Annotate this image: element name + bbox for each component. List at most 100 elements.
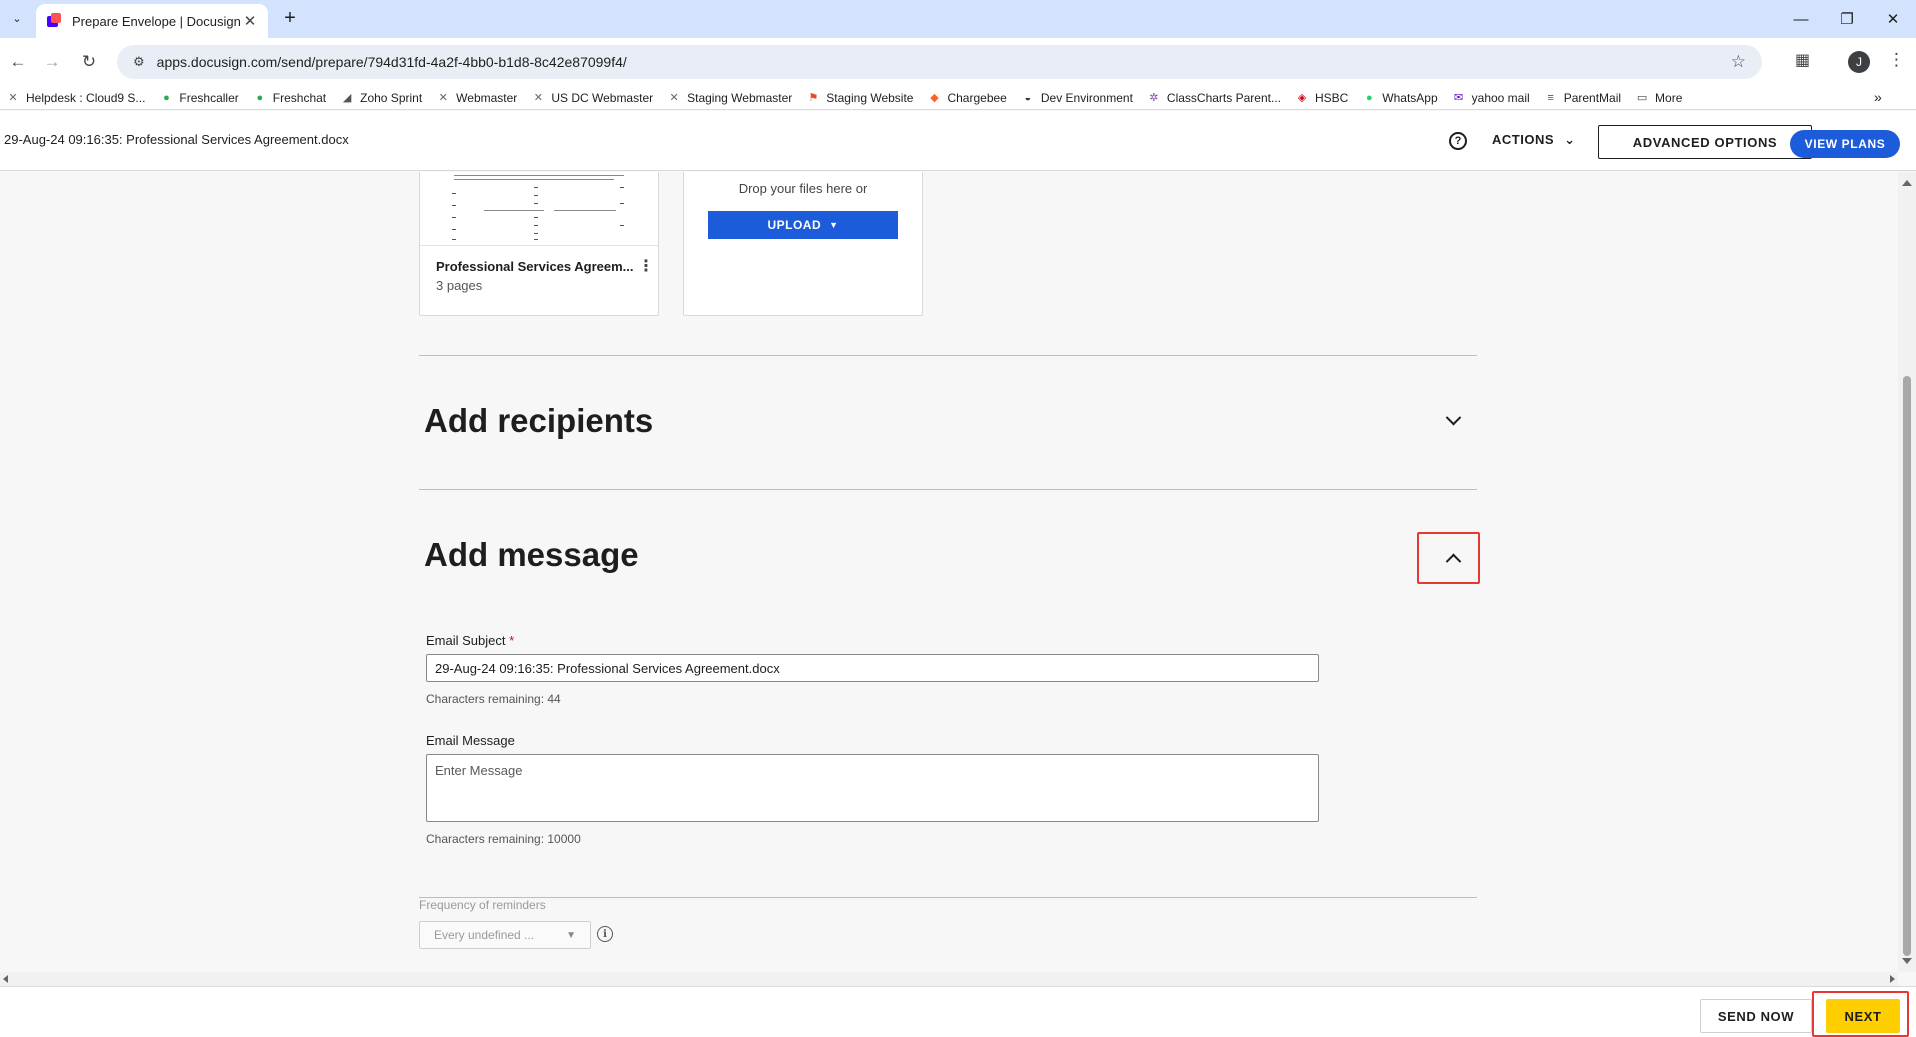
envelope-title: 29-Aug-24 09:16:35: Professional Service…	[4, 132, 349, 147]
app-header: 29-Aug-24 09:16:35: Professional Service…	[0, 111, 1916, 171]
bookmark-item[interactable]: ✕ Helpdesk : Cloud9 S...	[6, 91, 145, 105]
bookmark-item[interactable]: ✕ Staging Webmaster	[667, 90, 793, 105]
bookmark-label: Zoho Sprint	[360, 90, 423, 105]
bookmark-label: Chargebee	[947, 90, 1007, 105]
subject-label-text: Email Subject	[426, 633, 506, 648]
window-close-icon[interactable]: ✕	[1870, 0, 1916, 38]
card-divider	[420, 245, 658, 246]
drop-files-text: Drop your files here or	[738, 181, 868, 196]
bookmark-label: ClassCharts Parent...	[1166, 90, 1281, 105]
scroll-down-arrow-icon[interactable]	[1902, 958, 1912, 964]
actions-label: ACTIONS	[1492, 132, 1554, 147]
upload-label: UPLOAD	[767, 218, 822, 232]
section-divider	[419, 897, 1477, 898]
caret-down-icon: ▼	[566, 929, 576, 941]
bookmark-label: Freshcaller	[179, 90, 239, 105]
crossed-tools-icon: ✕	[8, 92, 18, 104]
bookmark-item[interactable]: ✲ ClassCharts Parent...	[1147, 91, 1281, 105]
bookmark-label: Webmaster	[456, 90, 518, 105]
bookmark-item[interactable]: ⚑ Staging Website	[806, 91, 913, 105]
profile-avatar[interactable]: J	[1848, 51, 1870, 73]
email-subject-label: Email Subject *	[426, 633, 514, 648]
bookmark-label: WhatsApp	[1382, 90, 1438, 105]
flag-icon: ⚑	[808, 92, 819, 104]
extensions-puzzle-icon[interactable]: ▦	[1795, 50, 1810, 70]
bookmark-label: More	[1655, 90, 1683, 105]
document-thumbnail	[444, 173, 624, 243]
next-button[interactable]: NEXT	[1826, 999, 1900, 1033]
bookmark-item[interactable]: ● Freshchat	[253, 91, 326, 105]
bookmark-item[interactable]: ≡ ParentMail	[1544, 91, 1621, 105]
chevron-down-icon: ⌄	[1564, 132, 1576, 147]
bookmark-label: Staging Webmaster	[687, 90, 793, 105]
bookmark-item[interactable]: ◢ Zoho Sprint	[340, 91, 422, 105]
section-divider	[419, 489, 1477, 490]
bookmark-item[interactable]: ◆ Chargebee	[927, 90, 1007, 105]
bookmark-item[interactable]: ● WhatsApp	[1362, 90, 1438, 105]
crossed-tools-icon: ✕	[533, 92, 543, 104]
bookmark-label: HSBC	[1314, 90, 1349, 105]
view-plans-button[interactable]: VIEW PLANS	[1790, 130, 1900, 158]
reminders-frequency-select[interactable]: Every undefined ... ▼	[419, 921, 591, 949]
email-subject-input[interactable]	[426, 654, 1319, 682]
scroll-left-arrow-icon[interactable]	[3, 975, 8, 983]
star-burst-icon: ✲	[1149, 92, 1159, 104]
reminders-frequency-label: Frequency of reminders	[419, 898, 546, 912]
section-divider	[419, 355, 1477, 356]
phone-circle-icon: ●	[163, 91, 170, 104]
restore-icon[interactable]: ❐	[1824, 0, 1870, 38]
bookmark-item[interactable]: ▭ More	[1635, 90, 1683, 105]
upload-dropzone[interactable]: Drop your files here or UPLOAD ▼	[683, 172, 923, 316]
minimize-icon[interactable]: —	[1778, 0, 1824, 38]
browser-tab-active[interactable]: Prepare Envelope | Docusign ✕	[36, 4, 268, 38]
url-omnibox[interactable]: ⚙ apps.docusign.com/send/prepare/794d31f…	[117, 45, 1762, 79]
email-message-textarea[interactable]	[426, 754, 1319, 822]
bookmark-item[interactable]: ✕ US DC Webmaster	[531, 91, 653, 105]
actions-menu[interactable]: ACTIONS ⌄	[1492, 132, 1576, 148]
site-settings-icon[interactable]: ⚙	[133, 54, 145, 70]
bookmark-item[interactable]: ● Freshcaller	[159, 90, 239, 105]
tab-search-chevron-icon[interactable]: ⌄	[6, 7, 28, 29]
forward-arrow-icon[interactable]: →	[40, 50, 64, 74]
browser-menu-icon[interactable]: ⋮	[1888, 50, 1905, 70]
caret-down-icon: ▼	[829, 220, 839, 230]
tab-close-icon[interactable]: ✕	[242, 12, 258, 30]
bookmarks-bar: ✕ Helpdesk : Cloud9 S... ● Freshcaller ● Fres…	[0, 86, 1916, 110]
bookmark-item[interactable]: ◒ Dev Environment	[1021, 91, 1133, 105]
upload-button[interactable]: UPLOAD ▼	[708, 211, 898, 239]
info-icon[interactable]: i	[597, 926, 613, 942]
bookmark-item[interactable]: ✕ Webmaster	[436, 90, 518, 105]
reload-icon[interactable]: ↻	[77, 50, 101, 74]
address-bar-row: ← → ↻ ⚙ apps.docusign.com/send/prepare/7…	[0, 38, 1916, 86]
bookmarks-overflow-icon[interactable]: »	[1874, 89, 1882, 105]
scroll-up-arrow-icon[interactable]	[1902, 180, 1912, 186]
url-text[interactable]: apps.docusign.com/send/prepare/794d31fd-…	[157, 54, 1731, 70]
collapse-message-chevron-icon[interactable]	[1441, 546, 1465, 570]
new-tab-plus-icon[interactable]: +	[278, 6, 302, 30]
scroll-right-arrow-icon[interactable]	[1890, 975, 1895, 983]
add-recipients-heading: Add recipients	[424, 402, 654, 439]
scroll-thumb[interactable]	[1903, 376, 1911, 956]
horizontal-scrollbar[interactable]	[0, 972, 1898, 986]
bookmark-item[interactable]: ✉ yahoo mail	[1452, 91, 1530, 105]
bookmark-item[interactable]: ◈ HSBC	[1295, 90, 1349, 105]
bookmark-label: ParentMail	[1563, 90, 1622, 105]
chargebee-icon: ◆	[930, 92, 939, 104]
advanced-options-button[interactable]: ADVANCED OPTIONS	[1598, 125, 1812, 159]
bookmark-label: Dev Environment	[1040, 90, 1133, 105]
back-arrow-icon[interactable]: ←	[6, 50, 30, 74]
bookmark-star-icon[interactable]: ☆	[1731, 52, 1746, 72]
help-icon[interactable]: ?	[1449, 132, 1467, 150]
folder-icon: ▭	[1636, 92, 1648, 104]
vertical-scrollbar[interactable]	[1898, 172, 1916, 972]
bookmark-label: US DC Webmaster	[551, 90, 654, 105]
expand-recipients-chevron-icon[interactable]	[1441, 408, 1465, 432]
message-characters-remaining: Characters remaining: 10000	[426, 832, 581, 846]
document-card[interactable]: Professional Services Agreem... 3 pages …	[419, 172, 659, 316]
sprint-icon: ◢	[342, 92, 352, 104]
bookmark-label: yahoo mail	[1471, 90, 1530, 105]
document-more-icon[interactable]: ⋮	[638, 259, 654, 275]
bookmark-label: Helpdesk : Cloud9 S...	[26, 90, 146, 105]
subject-characters-remaining: Characters remaining: 44	[426, 692, 561, 706]
send-now-button[interactable]: SEND NOW	[1700, 999, 1812, 1033]
